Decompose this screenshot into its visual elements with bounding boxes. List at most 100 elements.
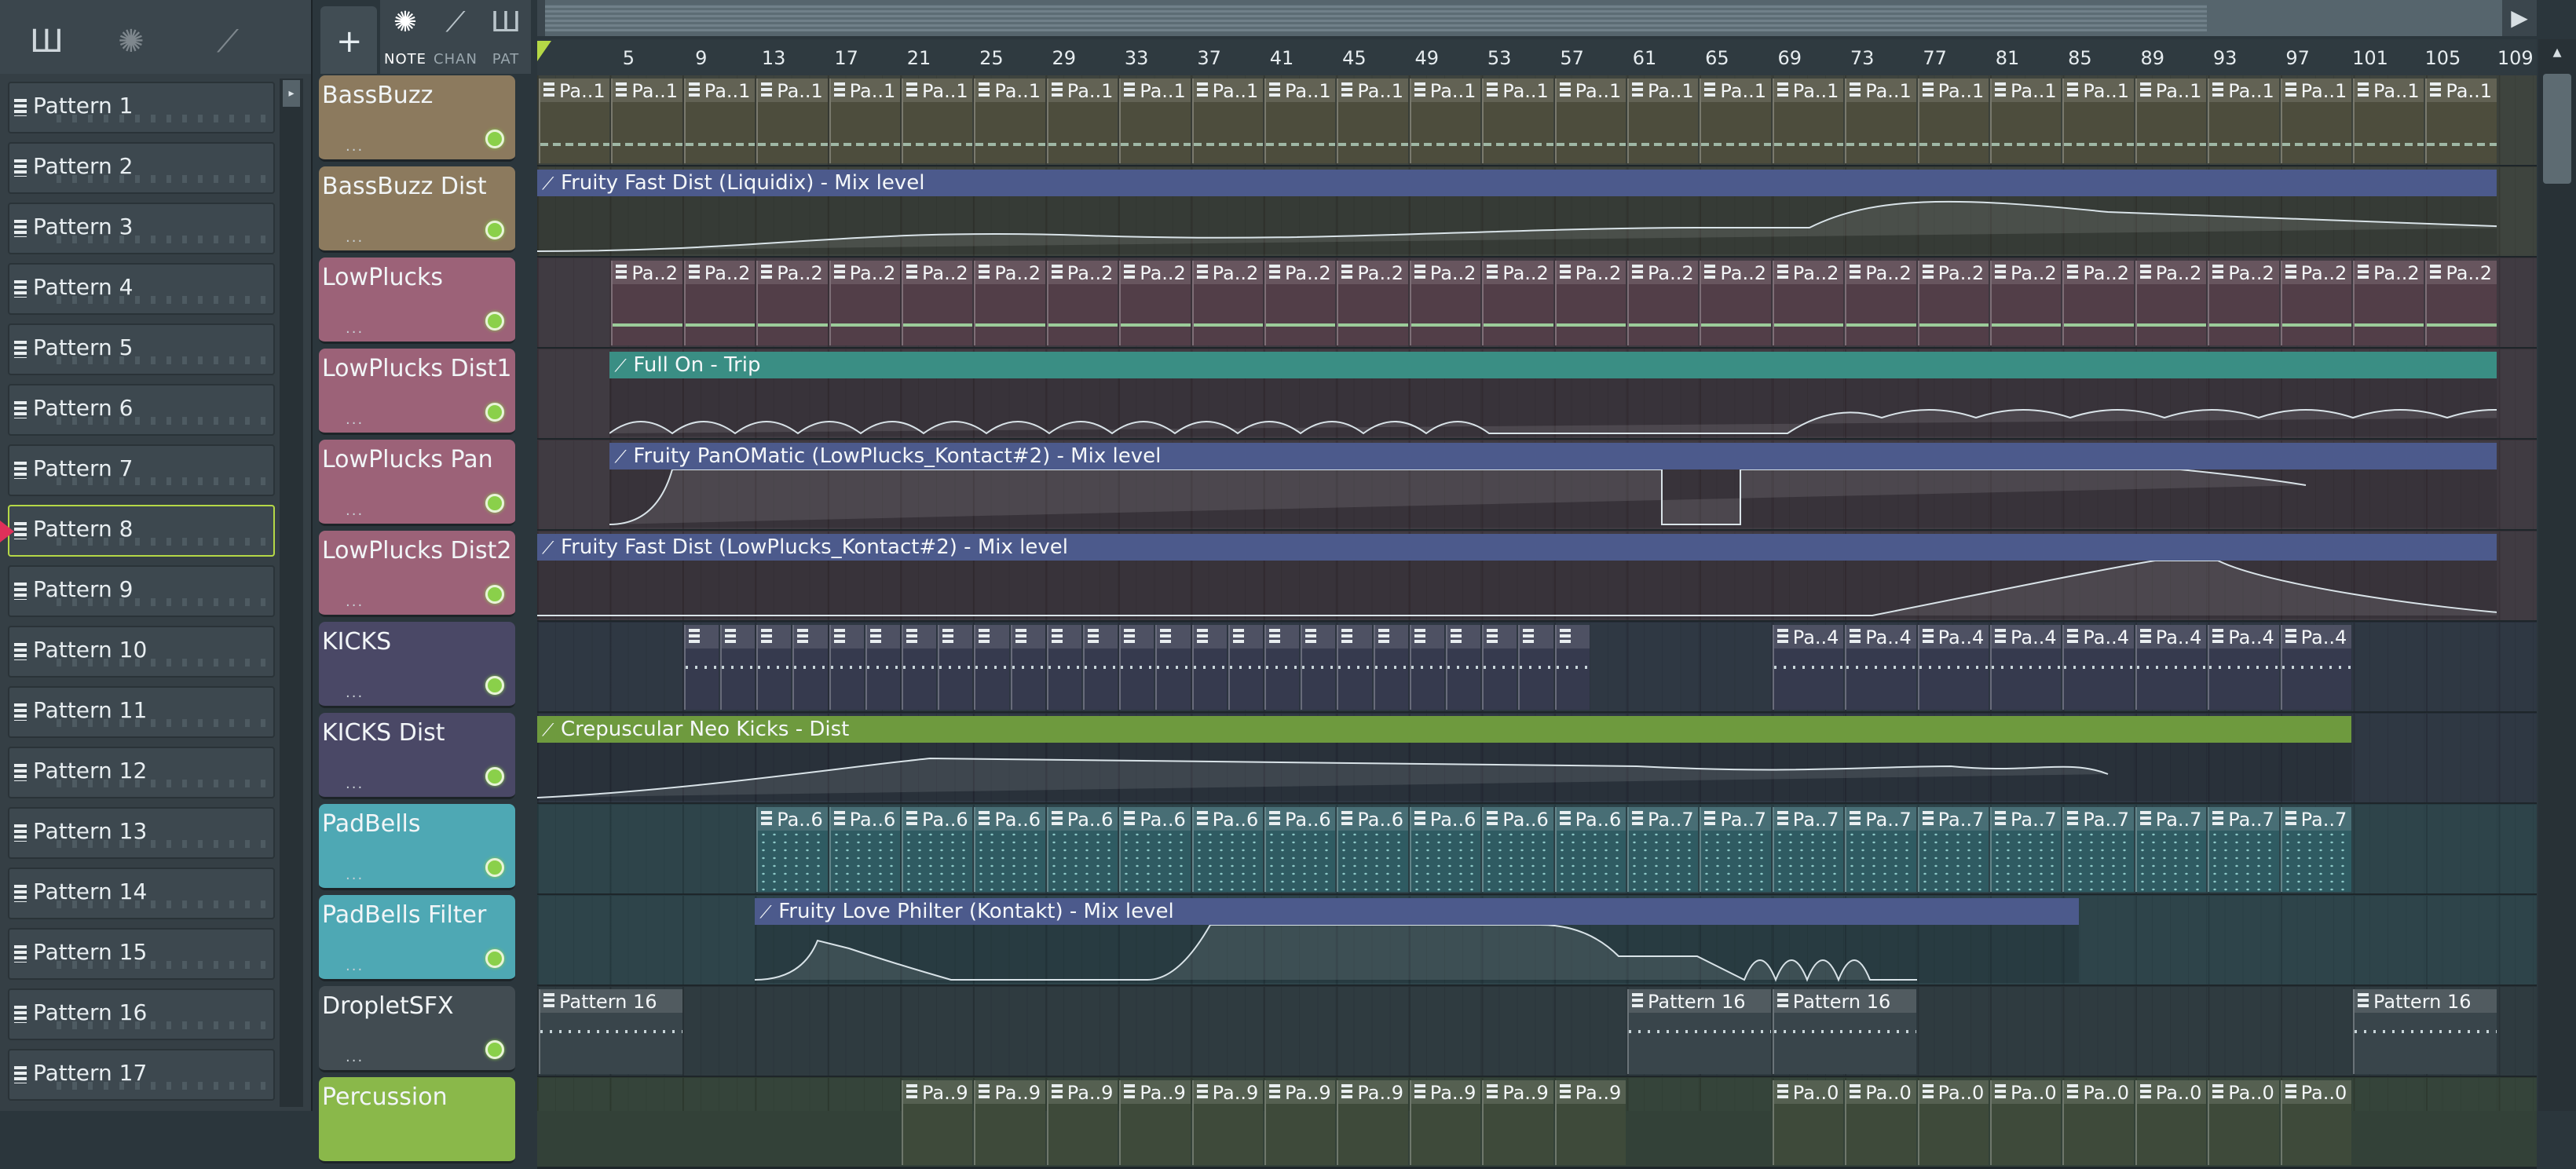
pattern-clip[interactable]: [938, 625, 973, 710]
pattern-clip[interactable]: [1337, 625, 1372, 710]
automation-clip[interactable]: ⟋ Full On - Trip: [609, 352, 2497, 437]
pattern-clip[interactable]: Pa..4: [1845, 625, 1916, 710]
clip-header[interactable]: Pa..1: [1701, 79, 1771, 102]
track-header[interactable]: Percussion: [319, 1077, 515, 1164]
clip-header[interactable]: [1085, 625, 1118, 648]
clip-header[interactable]: Pa..9: [1193, 1080, 1263, 1104]
pattern-clip[interactable]: Pa..1: [2062, 79, 2134, 163]
clip-header[interactable]: Pa..1: [1193, 79, 1263, 102]
pattern-clip[interactable]: Pa..6: [902, 807, 973, 892]
playlist-track-area[interactable]: Pa..1 Pa..1 Pa..1 Pa..1 Pa..1 Pa..1 Pa..1 Pa..1…: [537, 75, 2537, 1169]
pattern-clip[interactable]: Pa..2: [1337, 261, 1408, 345]
track-header[interactable]: LowPlucks Dist2...: [319, 531, 515, 617]
audio-clip-icon[interactable]: ✺: [118, 24, 145, 60]
clip-header[interactable]: Pa..7: [1629, 807, 1699, 831]
pattern-item[interactable]: Pattern 3: [8, 203, 275, 254]
automation-curve[interactable]: [537, 561, 2497, 619]
pattern-item[interactable]: Pattern 4: [8, 263, 275, 315]
pattern-clip[interactable]: Pa..6: [1191, 807, 1263, 892]
automation-clip-icon[interactable]: ⟋: [217, 24, 239, 60]
clip-header[interactable]: Pa..1: [1266, 79, 1336, 102]
automation-curve[interactable]: [755, 925, 2079, 983]
pattern-item[interactable]: Pattern 12: [8, 747, 275, 798]
clip-header[interactable]: Pa..2: [2427, 261, 2497, 284]
clip-header[interactable]: Pa..2: [1266, 261, 1336, 284]
clip-header[interactable]: Pa..2: [1556, 261, 1626, 284]
pattern-clip[interactable]: Pa..6: [756, 807, 828, 892]
clip-header[interactable]: [939, 625, 973, 648]
pattern-clip[interactable]: [1155, 625, 1191, 710]
pattern-clip[interactable]: Pa..2: [902, 261, 973, 345]
mode-button-chan[interactable]: ⟋ CHAN: [430, 0, 481, 74]
clip-header[interactable]: Pa..7: [1992, 807, 2062, 831]
pattern-clip[interactable]: Pa..6: [974, 807, 1045, 892]
clip-header[interactable]: Pa..4: [1846, 625, 1916, 648]
pattern-item[interactable]: Pattern 9: [8, 565, 275, 617]
track-options-dots[interactable]: ...: [346, 685, 364, 701]
pattern-clip[interactable]: Pa..9: [1409, 1080, 1481, 1165]
pattern-clip[interactable]: Pa..1: [1409, 79, 1481, 163]
clip-header[interactable]: [1121, 625, 1154, 648]
clip-header[interactable]: Pa..4: [2064, 625, 2134, 648]
pattern-clip[interactable]: Pa..2: [1772, 261, 1844, 345]
clip-header[interactable]: [1157, 625, 1191, 648]
pattern-item[interactable]: Pattern 13: [8, 807, 275, 859]
clip-header[interactable]: Pa..1: [2281, 79, 2351, 102]
pattern-clip[interactable]: Pa..0: [2062, 1080, 2134, 1165]
clip-header[interactable]: Pattern 16: [1629, 989, 1771, 1013]
clip-header[interactable]: [1556, 625, 1590, 648]
timeline-ruler[interactable]: 5 9 13 17 21 25 29 33 37 41 45 49 53 57 61 65 69 73 77 81 85…: [537, 39, 2537, 75]
clip-header[interactable]: Pa..1: [2209, 79, 2279, 102]
clip-header[interactable]: [1302, 625, 1336, 648]
scroll-right-button[interactable]: ▶: [2502, 0, 2537, 36]
pattern-clip[interactable]: Pa..1: [2208, 79, 2279, 163]
pattern-clip[interactable]: Pa..2: [1917, 261, 1989, 345]
pattern-clip[interactable]: Pa..1: [1990, 79, 2062, 163]
pattern-clip[interactable]: Pa..9: [1482, 1080, 1553, 1165]
clip-header[interactable]: Pa..1: [1846, 79, 1916, 102]
pattern-clip[interactable]: Pa..1: [2425, 79, 2497, 163]
pattern-clip[interactable]: Pa..1: [1700, 79, 1771, 163]
clip-header[interactable]: Pa..2: [1338, 261, 1408, 284]
pattern-clip[interactable]: [1446, 625, 1481, 710]
pattern-clip[interactable]: Pa..2: [974, 261, 1045, 345]
pattern-clip[interactable]: Pa..4: [1917, 625, 1989, 710]
pattern-clip[interactable]: Pattern 16: [539, 989, 682, 1074]
scroll-up-icon[interactable]: ▴: [2543, 42, 2571, 69]
pattern-clip[interactable]: [1119, 625, 1154, 710]
pattern-clip[interactable]: Pa..7: [2062, 807, 2134, 892]
clip-header[interactable]: [1048, 625, 1081, 648]
clip-header[interactable]: Pa..0: [2209, 1080, 2279, 1104]
track-header[interactable]: LowPlucks Pan...: [319, 440, 515, 526]
pattern-clip[interactable]: [720, 625, 756, 710]
pattern-clip[interactable]: Pa..7: [2280, 807, 2351, 892]
clip-header[interactable]: Pa..2: [2136, 261, 2207, 284]
clip-header[interactable]: [794, 625, 828, 648]
pattern-clip[interactable]: Pa..2: [1990, 261, 2062, 345]
pattern-item[interactable]: Pattern 8: [8, 505, 275, 557]
pattern-clip[interactable]: Pa..9: [1119, 1080, 1191, 1165]
track-header[interactable]: LowPlucks Dist1...: [319, 349, 515, 435]
vertical-scrollbar[interactable]: ▴: [2538, 39, 2576, 1111]
pattern-clip[interactable]: Pa..9: [1264, 1080, 1336, 1165]
track-options-dots[interactable]: ...: [346, 229, 364, 246]
clip-header[interactable]: Pa..6: [1556, 807, 1626, 831]
pattern-clip[interactable]: [1264, 625, 1300, 710]
track-mute-led[interactable]: [485, 858, 504, 877]
track-mute-led[interactable]: [485, 312, 504, 331]
automation-header[interactable]: ⟋ Full On - Trip: [609, 352, 2497, 378]
automation-header[interactable]: ⟋ Fruity Love Philter (Kontakt) - Mix lev…: [755, 898, 2080, 925]
clip-header[interactable]: Pa..7: [2209, 807, 2279, 831]
pattern-clip[interactable]: Pa..6: [1409, 807, 1481, 892]
pattern-clip[interactable]: [1409, 625, 1444, 710]
pattern-clip[interactable]: Pa..2: [2208, 261, 2279, 345]
pattern-clip[interactable]: Pa..1: [1627, 79, 1699, 163]
track-header[interactable]: KICKS...: [319, 622, 515, 708]
clip-header[interactable]: Pa..1: [1121, 79, 1191, 102]
track-options-dots[interactable]: ...: [346, 502, 364, 519]
pattern-clip[interactable]: Pa..2: [2135, 261, 2207, 345]
pattern-clip[interactable]: Pa..2: [611, 261, 682, 345]
pattern-clip[interactable]: [1228, 625, 1263, 710]
pattern-clip[interactable]: [1083, 625, 1118, 710]
clip-header[interactable]: Pa..2: [975, 261, 1045, 284]
